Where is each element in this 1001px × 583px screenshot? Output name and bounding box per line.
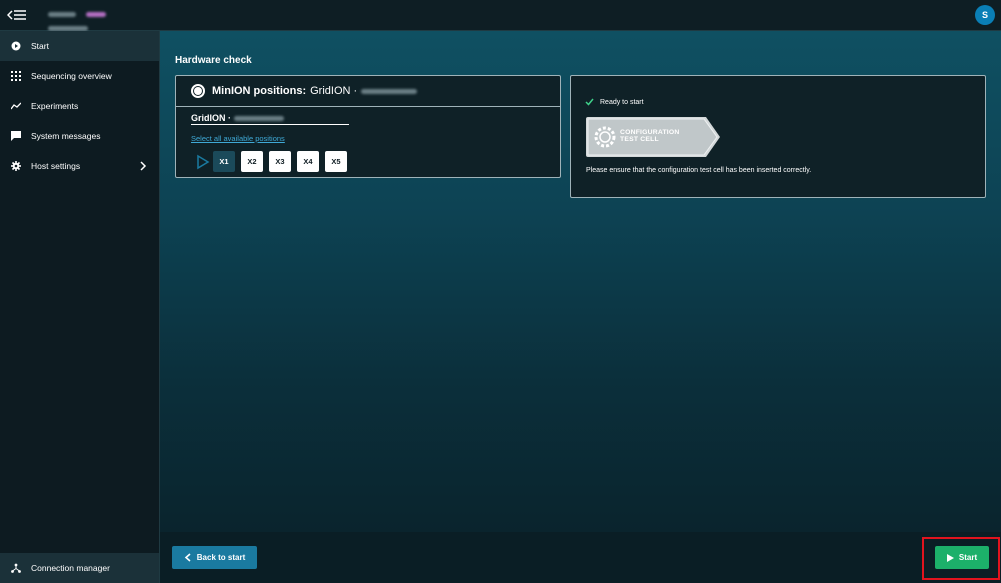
position-button-x5[interactable]: X5: [325, 151, 347, 172]
sidebar-item-experiments[interactable]: Experiments: [0, 91, 159, 121]
grid-icon: [11, 71, 21, 81]
trend-line-icon: [11, 101, 21, 111]
position-button-x2[interactable]: X2: [241, 151, 263, 172]
positions-heading-device: GridION ·: [310, 85, 358, 97]
positions-heading: MinION positions:: [212, 85, 307, 97]
sidebar-item-connection-manager[interactable]: Connection manager: [0, 553, 159, 583]
device-serial-redacted: [234, 115, 284, 121]
message-icon: [11, 131, 21, 141]
host-name-redacted: [48, 4, 118, 31]
sidebar-item-label: Host settings: [31, 161, 81, 171]
play-outline-icon[interactable]: [196, 154, 210, 170]
insert-instruction: Please ensure that the configuration tes…: [586, 167, 812, 174]
positions-card: MinION positions: GridION · GridION · Se…: [175, 75, 561, 178]
back-button-label: Back to start: [196, 553, 246, 562]
position-button-x4[interactable]: X4: [297, 151, 319, 172]
status-card: Ready to start CONFIGURATION TEST CELL P…: [570, 75, 986, 198]
ready-status: Ready to start: [585, 98, 644, 106]
chevron-left-icon: [184, 553, 191, 562]
sidebar-item-host-settings[interactable]: Host settings: [0, 151, 159, 181]
device-serial-redacted: [361, 88, 418, 94]
ready-text: Ready to start: [600, 98, 644, 106]
sidebar-item-label: Experiments: [31, 101, 79, 111]
user-avatar[interactable]: S: [975, 5, 995, 25]
main-content: Hardware check MinION positions: GridION…: [160, 31, 1001, 532]
play-icon: [946, 553, 954, 562]
sidebar-item-label: Connection manager: [31, 563, 110, 573]
start-button[interactable]: Start: [935, 546, 989, 569]
footer-bar: Back to start Start: [160, 532, 1001, 583]
position-selector: X1 X2 X3 X4 X5: [196, 151, 353, 172]
sidebar-item-label: System messages: [31, 131, 101, 141]
page-title: Hardware check: [175, 55, 252, 66]
device-label-row: GridION ·: [191, 112, 349, 125]
sidebar-item-system-messages[interactable]: System messages: [0, 121, 159, 151]
sidebar-item-sequencing-overview[interactable]: Sequencing overview: [0, 61, 159, 91]
positions-radio-button[interactable]: [191, 84, 205, 98]
menu-collapse-icon[interactable]: [7, 6, 27, 24]
sidebar-item-label: Start: [31, 41, 49, 51]
network-icon: [11, 563, 21, 573]
chevron-right-icon: [139, 161, 147, 171]
positions-card-header: MinION positions: GridION ·: [176, 76, 560, 107]
sidebar-item-label: Sequencing overview: [31, 71, 112, 81]
configuration-test-cell-graphic: CONFIGURATION TEST CELL: [586, 117, 721, 157]
sidebar-item-start[interactable]: Start: [0, 31, 159, 61]
position-button-x3[interactable]: X3: [269, 151, 291, 172]
sidebar: Start Sequencing overview Experiments Sy…: [0, 31, 160, 583]
check-icon: [585, 98, 594, 106]
gear-icon: [11, 161, 21, 171]
position-button-x1[interactable]: X1: [213, 151, 235, 172]
start-button-label: Start: [958, 553, 978, 562]
top-bar: S: [0, 0, 1001, 31]
test-cell-label: CONFIGURATION TEST CELL: [620, 129, 680, 143]
back-to-start-button[interactable]: Back to start: [172, 546, 257, 569]
select-all-positions-link[interactable]: Select all available positions: [191, 134, 285, 143]
device-label: GridION ·: [191, 113, 231, 123]
play-circle-icon: [11, 41, 21, 51]
